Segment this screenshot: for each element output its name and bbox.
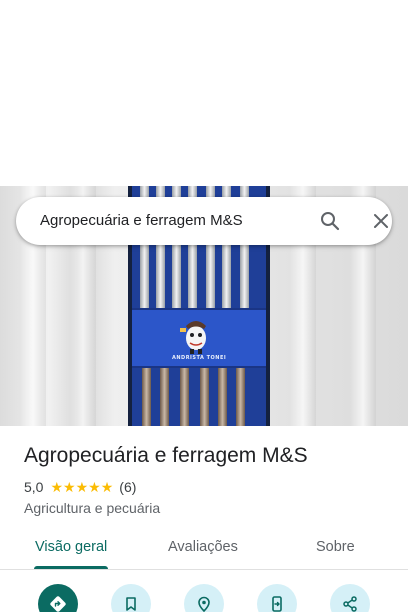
send-to-phone-button[interactable] [257,584,297,612]
star-icon: ★ [75,479,89,495]
place-category: Agricultura e pecuária [24,500,161,516]
nearby-button[interactable] [184,584,224,612]
active-tab-indicator [34,566,108,569]
review-count[interactable]: (6) [119,479,136,495]
save-button[interactable] [111,584,151,612]
nearby-icon [198,596,210,612]
close-icon[interactable] [369,209,393,233]
tab-bar: Visão geral Avaliações Sobre [0,528,408,570]
rating-row[interactable]: 5,0 ★ ★ ★ ★ ★ (6) [24,479,136,495]
tab-about[interactable]: Sobre [316,539,355,555]
rating-value: 5,0 [24,479,44,495]
bookmark-icon [126,597,136,611]
map-area [0,0,408,186]
search-icon[interactable] [318,209,342,233]
mascot-logo [180,321,206,354]
place-title: Agropecuária e ferragem M&S [24,444,308,467]
action-buttons [0,584,408,612]
directions-icon [50,596,66,612]
star-icon: ★ [100,479,114,495]
mascot-caption: ANDRISTA TONEI [172,355,227,361]
share-icon [343,596,357,612]
share-button[interactable] [330,584,370,612]
star-icon: ★ [50,479,64,495]
star-rating: ★ ★ ★ ★ ★ [50,479,113,495]
search-bar[interactable]: Agropecuária e ferragem M&S [16,197,392,245]
tab-reviews[interactable]: Avaliações [168,539,238,555]
directions-button[interactable] [38,584,78,612]
tab-overview[interactable]: Visão geral [35,539,107,555]
star-icon: ★ [88,479,101,495]
search-input[interactable]: Agropecuária e ferragem M&S [40,212,243,229]
send-to-phone-icon [272,596,282,612]
star-icon: ★ [63,479,76,495]
